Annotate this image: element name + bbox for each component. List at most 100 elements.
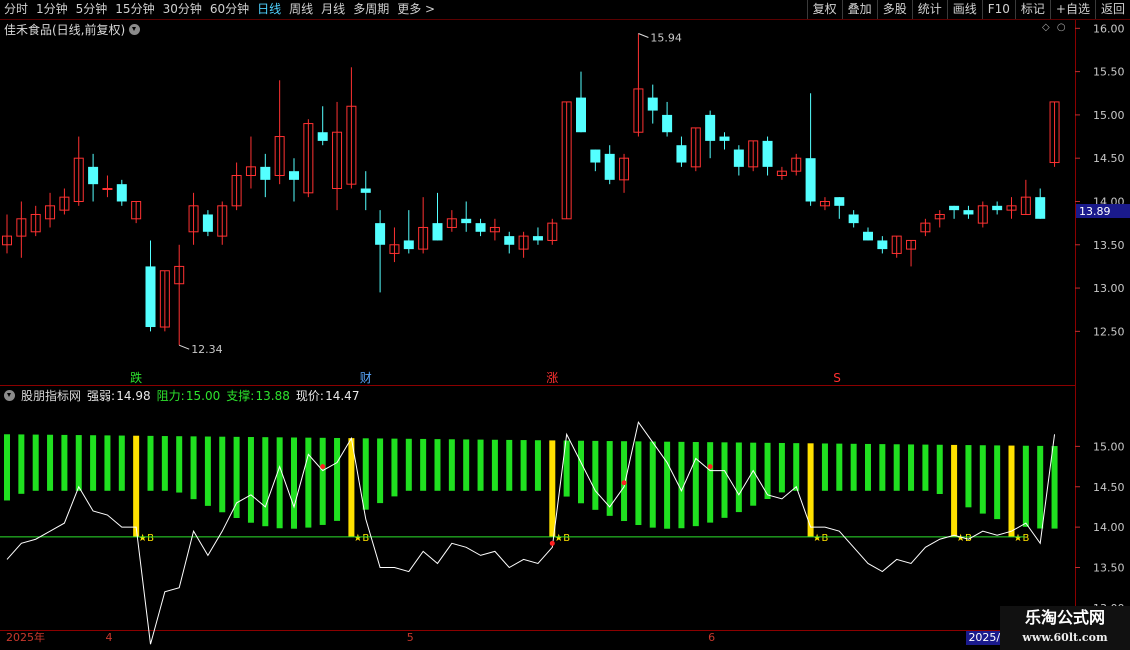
buy-signal-label: ★B (813, 533, 829, 544)
strength-bar (893, 444, 900, 491)
high-marker-line (638, 33, 649, 38)
strength-bar (362, 438, 369, 510)
candle-body-down (647, 97, 658, 111)
candle-body-down (504, 236, 515, 245)
strength-bar (850, 443, 857, 491)
strength-bar (965, 445, 972, 508)
date-label-4: 2025/ (966, 631, 1003, 645)
strength-bar (520, 440, 527, 491)
strength-bar (104, 435, 111, 491)
candle-body-down (1035, 197, 1046, 219)
strength-bar (434, 439, 441, 491)
strength-bar (793, 443, 800, 491)
main-y-tick-label: 16.00 (1093, 22, 1125, 35)
candle-body-down (360, 188, 371, 193)
watermark: 乐淘公式网 www.60lt.com (1000, 606, 1130, 650)
strength-bar (477, 439, 484, 491)
strength-bar (262, 437, 269, 527)
buy-signal-bar (951, 444, 958, 537)
candle-body-down (762, 140, 773, 167)
date-label-1: 4 (105, 631, 113, 644)
main-y-tick-label: 13.50 (1093, 239, 1125, 252)
strength-bar (61, 434, 68, 491)
candle-body-down (733, 149, 744, 167)
event-marker-2: 涨 (546, 370, 558, 385)
candle-body-down (432, 223, 443, 241)
strength-bar (979, 445, 986, 514)
candle-body-down (260, 166, 271, 180)
strength-bar (778, 442, 785, 493)
strength-bar (247, 437, 254, 523)
kline-chart-canvas[interactable]: 16.00 15.50 15.00 14.50 14.00 13.50 13.00 12.50… (0, 0, 1130, 650)
strength-bar (75, 435, 82, 491)
sub-y-tick-label: 14.00 (1093, 521, 1125, 534)
strength-bar (635, 441, 642, 526)
candle-body-up (102, 188, 113, 190)
event-marker-3: S (833, 371, 841, 385)
strength-bar (32, 434, 39, 491)
main-y-tick-label: 12.50 (1093, 325, 1125, 338)
strength-bar (922, 444, 929, 491)
strength-bar (506, 439, 513, 491)
buy-signal-label: ★B (138, 533, 154, 544)
sub-y-tick-label: 14.50 (1093, 481, 1125, 494)
high-marker-label: 15.94 (650, 32, 682, 45)
sub-y-tick-label: 15.00 (1093, 440, 1125, 453)
strength-bar (377, 438, 384, 504)
candle-body-down (461, 218, 472, 224)
strength-bar (47, 434, 54, 491)
watermark-line1: 乐淘公式网 (1024, 608, 1105, 627)
low-marker-label: 12.34 (191, 343, 223, 356)
strength-bar (735, 442, 742, 513)
peak-marker (707, 464, 713, 470)
candle-body-down (590, 149, 601, 163)
strength-bar (319, 437, 326, 525)
strength-bar (176, 436, 183, 493)
strength-bar (592, 440, 599, 510)
strength-bar (1022, 445, 1029, 527)
buy-signal-bar (1008, 445, 1015, 537)
peak-marker (320, 464, 326, 470)
candle-body-down (877, 240, 888, 250)
candle-body-down (475, 223, 486, 232)
candle-body-down (116, 184, 127, 202)
strength-bar (118, 435, 125, 491)
strength-bar (204, 436, 211, 506)
candle-body-down (403, 240, 414, 250)
buy-signal-bar (549, 440, 556, 537)
strength-bar (463, 439, 470, 491)
candle-body-down (145, 266, 156, 328)
candle-body-down (202, 214, 213, 232)
strength-bar (1037, 445, 1044, 529)
buy-signal-label: ★B (1014, 533, 1030, 544)
strength-bar (821, 443, 828, 491)
candle-body-down (88, 166, 99, 185)
peak-marker (549, 540, 555, 546)
current-price-text: 13.89 (1079, 205, 1111, 218)
strength-bar (233, 436, 240, 518)
strength-bar (161, 436, 168, 491)
strength-bar (4, 434, 10, 501)
buy-signal-label: ★B (353, 533, 369, 544)
main-y-tick-label: 15.50 (1093, 66, 1125, 79)
peak-marker (621, 480, 627, 486)
candle-body-down (719, 136, 730, 141)
candle-body-down (576, 97, 586, 133)
strength-bar (994, 445, 1001, 520)
strength-bar (534, 440, 541, 491)
strength-bar (391, 438, 398, 497)
date-axis: 2025年 4 5 6 2025/ (0, 631, 1075, 650)
candle-body-down (317, 132, 328, 141)
main-y-tick-label: 14.50 (1093, 152, 1125, 165)
candle-body-down (963, 210, 974, 215)
strength-bar (707, 442, 714, 523)
event-marker-1: 财 (360, 371, 372, 385)
candle-body-down (705, 114, 716, 141)
date-label-2: 5 (406, 631, 414, 644)
strength-bar (1051, 446, 1058, 529)
event-marker-0: 跌 (130, 370, 142, 385)
strength-bar (448, 439, 455, 491)
strength-bar (90, 435, 97, 491)
strength-bar (405, 438, 412, 491)
buy-signal-bar (807, 443, 814, 537)
